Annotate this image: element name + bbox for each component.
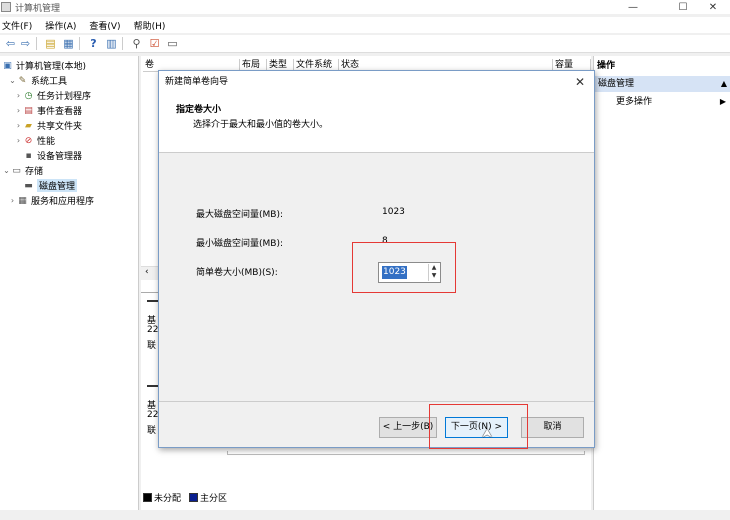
services-icon: ▦ [18, 195, 27, 206]
legend-primary: 主分区 [200, 493, 228, 504]
tree-item-services[interactable]: › ▦ 服务和应用程序 [8, 193, 94, 208]
close-window-button[interactable]: ✕ [696, 0, 730, 14]
actions-header: 操作 [597, 61, 616, 71]
clock-icon: ◷ [24, 90, 33, 101]
disk-size: 22 [147, 410, 159, 420]
volume-size-label: 简单卷大小(MB)(S): [196, 268, 278, 278]
expand-icon[interactable]: › [8, 196, 17, 205]
cancel-button[interactable]: 取消 [521, 417, 584, 438]
tree-item-shared-folders[interactable]: › ▰ 共享文件夹 [14, 118, 82, 133]
unallocated-swatch [143, 492, 152, 502]
mouse-pointer-icon: ⮝ [482, 426, 493, 440]
menu-action[interactable]: 操作(A) [45, 19, 76, 32]
performance-icon: ⊘ [24, 135, 33, 146]
actions-pane: 操作 磁盘管理 ▲ 更多操作 ▶ [593, 56, 730, 510]
tree-item-storage[interactable]: ⌄ ▭ 存储 [2, 163, 43, 178]
maximize-button[interactable]: ☐ [666, 0, 700, 14]
tree-item-root[interactable]: ▣ 计算机管理(本地) [2, 58, 86, 73]
menu-help[interactable]: 帮助(H) [134, 19, 166, 32]
toolbar: ⇦ ⇨ ▤ ▦ ? ▥ ⚲ ☑ ▭ [0, 35, 730, 53]
navigation-tree: ▣ 计算机管理(本地) ⌄ ✎ 系统工具 › ◷ 任务计划程序 › ▤ 事件查看… [0, 56, 139, 510]
tree-item-task-scheduler[interactable]: › ◷ 任务计划程序 [14, 88, 91, 103]
help-icon[interactable]: ? [86, 37, 101, 51]
collapse-icon[interactable]: ⌄ [2, 166, 11, 175]
connect-icon[interactable]: ⚲ [129, 37, 144, 51]
device-manager-icon: ▪ [25, 150, 32, 161]
tree-item-performance[interactable]: › ⊘ 性能 [14, 133, 55, 148]
dialog-header: 指定卷大小 选择介于最大和最小值的卷大小。 [159, 93, 594, 153]
check-icon[interactable]: ☑ [147, 37, 162, 51]
min-size-label: 最小磁盘空间量(MB): [196, 239, 283, 249]
dialog-divider [159, 401, 594, 402]
menu-file[interactable]: 文件(F) [2, 19, 32, 32]
menu-bar: 文件(F) 操作(A) 查看(V) 帮助(H) [0, 17, 730, 33]
show-hide-action-pane-icon[interactable]: ▥ [104, 37, 119, 51]
tree-item-disk-management[interactable]: ▬ 磁盘管理 [23, 178, 78, 193]
dialog-title: 新建简单卷向导 [159, 71, 594, 93]
shared-folder-icon: ▰ [25, 120, 32, 131]
computer-icon: ▣ [3, 60, 12, 71]
tools-icon: ✎ [18, 75, 27, 86]
horizontal-scrollbar[interactable]: ‹ [141, 266, 159, 280]
legend-unallocated: 未分配 [154, 493, 182, 504]
tree-item-event-viewer[interactable]: › ▤ 事件查看器 [14, 103, 82, 118]
dialog-heading: 指定卷大小 [176, 105, 222, 115]
window-title: 计算机管理 [15, 3, 61, 14]
collapse-icon[interactable]: ⌄ [8, 76, 17, 85]
event-log-icon: ▤ [24, 105, 33, 116]
forward-arrow-icon[interactable]: ⇨ [18, 37, 33, 51]
storage-icon: ▭ [12, 165, 21, 176]
back-arrow-icon[interactable]: ⇦ [3, 37, 18, 51]
expand-icon[interactable]: › [14, 106, 23, 115]
toolbar-divider [79, 37, 80, 50]
action-more-actions[interactable]: 更多操作 [616, 95, 652, 109]
disk-size: 22 [147, 325, 159, 335]
up-folder-icon[interactable]: ▤ [43, 37, 58, 51]
scroll-left-icon[interactable]: ‹ [141, 267, 149, 277]
max-size-label: 最大磁盘空间量(MB): [196, 210, 283, 220]
disk-icon: ▬ [24, 180, 33, 191]
max-size-value: 1023 [382, 207, 405, 217]
action-disk-management-label: 磁盘管理 [598, 79, 635, 89]
tree-item-system-tools[interactable]: ⌄ ✎ 系统工具 [8, 73, 67, 88]
submenu-arrow-icon[interactable]: ▶ [720, 95, 726, 109]
highlight-box-size [352, 242, 456, 293]
primary-partition-swatch [189, 492, 199, 502]
disk-status: 联 [147, 426, 157, 436]
disk-partition-strip [227, 451, 585, 455]
disk-status: 联 [147, 341, 157, 351]
minimize-button[interactable]: — [616, 0, 650, 14]
dialog-subheading: 选择介于最大和最小值的卷大小。 [193, 120, 329, 130]
computer-management-icon [1, 2, 11, 12]
toolbar-divider [122, 37, 123, 50]
highlight-box-next [429, 404, 528, 449]
properties-icon[interactable]: ▭ [165, 37, 180, 51]
collapse-up-icon[interactable]: ▲ [721, 76, 727, 92]
show-hide-tree-icon[interactable]: ▦ [61, 37, 76, 51]
partition-legend: 未分配 主分区 [143, 490, 227, 504]
toolbar-divider [36, 37, 37, 50]
expand-icon[interactable]: › [14, 91, 23, 100]
menu-view[interactable]: 查看(V) [89, 19, 120, 32]
expand-icon[interactable]: › [14, 121, 23, 130]
action-disk-management[interactable]: 磁盘管理 ▲ [594, 76, 730, 92]
tree-item-device-manager[interactable]: ▪ 设备管理器 [23, 148, 82, 163]
dialog-close-icon[interactable]: ✕ [572, 74, 588, 90]
expand-icon[interactable]: › [14, 136, 23, 145]
